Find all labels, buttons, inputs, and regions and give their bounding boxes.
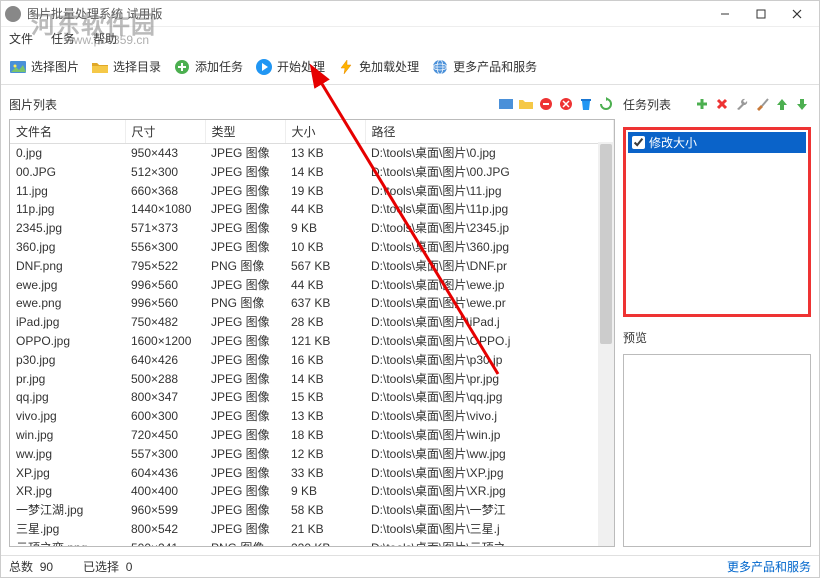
table-row[interactable]: XR.jpg400×400JPEG 图像9 KBD:\tools\桌面\图片\X… (10, 482, 614, 501)
maximize-button[interactable] (743, 2, 779, 26)
minimize-button[interactable] (707, 2, 743, 26)
table-row[interactable]: XP.jpg604×436JPEG 图像33 KBD:\tools\桌面\图片\… (10, 464, 614, 483)
menu-task[interactable]: 任务 (51, 30, 75, 47)
image-table[interactable]: 文件名 尺寸 类型 大小 路径 0.jpg950×443JPEG 图像13 KB… (9, 119, 615, 547)
table-row[interactable]: iPad.jpg750×482JPEG 图像28 KBD:\tools\桌面\图… (10, 313, 614, 332)
window-title: 图片批量处理系统 试用版 (27, 5, 162, 22)
select-folder-button[interactable]: 选择目录 (91, 58, 161, 76)
task-add-icon[interactable] (693, 95, 711, 113)
table-row[interactable]: ww.jpg557×300JPEG 图像12 KBD:\tools\桌面\图片\… (10, 445, 614, 464)
selected-value: 0 (126, 560, 133, 574)
table-row[interactable]: 2345.jpg571×373JPEG 图像9 KBD:\tools\桌面\图片… (10, 219, 614, 238)
folder-add-icon[interactable] (517, 95, 535, 113)
image-list-label: 图片列表 (9, 96, 57, 113)
close-button[interactable] (779, 2, 815, 26)
task-down-icon[interactable] (793, 95, 811, 113)
lightning-icon (337, 58, 355, 76)
task-list-panel: 修改大小 (623, 127, 811, 317)
statusbar: 总数 90 已选择 0 更多产品和服务 (1, 555, 819, 577)
more-products-button[interactable]: 更多产品和服务 (431, 58, 537, 76)
table-row[interactable]: pr.jpg500×288JPEG 图像14 KBD:\tools\桌面\图片\… (10, 370, 614, 389)
plus-icon (173, 58, 191, 76)
table-row[interactable]: 11p.jpg1440×1080JPEG 图像44 KBD:\tools\桌面\… (10, 200, 614, 219)
image-icon (9, 58, 27, 76)
total-value: 90 (40, 560, 53, 574)
select-image-button[interactable]: 选择图片 (9, 58, 79, 76)
col-filename[interactable]: 文件名 (10, 120, 125, 144)
table-row[interactable]: OPPO.jpg1600×1200JPEG 图像121 KBD:\tools\桌… (10, 332, 614, 351)
table-row[interactable]: ewe.jpg996×560JPEG 图像44 KBD:\tools\桌面\图片… (10, 276, 614, 295)
table-row[interactable]: DNF.png795×522PNG 图像567 KBD:\tools\桌面\图片… (10, 257, 614, 276)
table-row[interactable]: qq.jpg800×347JPEG 图像15 KBD:\tools\桌面\图片\… (10, 388, 614, 407)
thumb-icon[interactable] (497, 95, 515, 113)
globe-icon (431, 58, 449, 76)
start-process-label: 开始处理 (277, 58, 325, 75)
task-remove-icon[interactable] (713, 95, 731, 113)
toolbar: 选择图片 选择目录 添加任务 开始处理 免加载处理 更多产品和服务 (1, 49, 819, 85)
task-item-resize[interactable]: 修改大小 (628, 132, 806, 153)
table-row[interactable]: p30.jpg640×426JPEG 图像16 KBD:\tools\桌面\图片… (10, 351, 614, 370)
table-row[interactable]: 11.jpg660×368JPEG 图像19 KBD:\tools\桌面\图片\… (10, 182, 614, 201)
table-scrollbar[interactable] (598, 142, 614, 546)
more-products-label: 更多产品和服务 (453, 58, 537, 75)
col-size[interactable]: 尺寸 (125, 120, 205, 144)
col-path[interactable]: 路径 (365, 120, 614, 144)
titlebar: 图片批量处理系统 试用版 (1, 1, 819, 27)
refresh-icon[interactable] (597, 95, 615, 113)
table-row[interactable]: 0.jpg950×443JPEG 图像13 KBD:\tools\桌面\图片\0… (10, 144, 614, 163)
play-icon (255, 58, 273, 76)
remove-icon[interactable] (537, 95, 555, 113)
total-label: 总数 (9, 560, 33, 574)
no-load-process-button[interactable]: 免加载处理 (337, 58, 419, 76)
task-checkbox[interactable] (632, 136, 645, 149)
folder-icon (91, 58, 109, 76)
table-row[interactable]: win.jpg720×450JPEG 图像18 KBD:\tools\桌面\图片… (10, 426, 614, 445)
recycle-icon[interactable] (577, 95, 595, 113)
table-row[interactable]: 三星.jpg800×542JPEG 图像21 KBD:\tools\桌面\图片\… (10, 520, 614, 539)
table-row[interactable]: 一梦江湖.jpg960×599JPEG 图像58 KBD:\tools\桌面\图… (10, 501, 614, 520)
menubar: 文件 任务 帮助 (1, 27, 819, 49)
clear-icon[interactable] (557, 95, 575, 113)
image-list-toolbar (497, 95, 615, 113)
start-process-button[interactable]: 开始处理 (255, 58, 325, 76)
task-up-icon[interactable] (773, 95, 791, 113)
task-wrench-icon[interactable] (733, 95, 751, 113)
table-row[interactable]: 云顶之弈.png500×241PNG 图像220 KBD:\tools\桌面\图… (10, 539, 614, 547)
app-icon (5, 6, 21, 22)
table-row[interactable]: ewe.png996×560PNG 图像637 KBD:\tools\桌面\图片… (10, 294, 614, 313)
table-row[interactable]: vivo.jpg600×300JPEG 图像13 KBD:\tools\桌面\图… (10, 407, 614, 426)
table-row[interactable]: 00.JPG512×300JPEG 图像14 KBD:\tools\桌面\图片\… (10, 163, 614, 182)
col-type[interactable]: 类型 (205, 120, 285, 144)
no-load-process-label: 免加载处理 (359, 58, 419, 75)
menu-help[interactable]: 帮助 (93, 30, 117, 47)
col-filesize[interactable]: 大小 (285, 120, 365, 144)
select-folder-label: 选择目录 (113, 58, 161, 75)
add-task-label: 添加任务 (195, 58, 243, 75)
more-products-link[interactable]: 更多产品和服务 (727, 558, 811, 575)
selected-label: 已选择 (83, 560, 119, 574)
task-toolbar (693, 95, 811, 113)
select-image-label: 选择图片 (31, 58, 79, 75)
menu-file[interactable]: 文件 (9, 30, 33, 47)
task-list-label: 任务列表 (623, 96, 671, 113)
task-brush-icon[interactable] (753, 95, 771, 113)
task-item-label: 修改大小 (649, 134, 697, 151)
preview-box (623, 354, 811, 547)
table-row[interactable]: 360.jpg556×300JPEG 图像10 KBD:\tools\桌面\图片… (10, 238, 614, 257)
add-task-button[interactable]: 添加任务 (173, 58, 243, 76)
preview-label: 预览 (623, 329, 811, 346)
